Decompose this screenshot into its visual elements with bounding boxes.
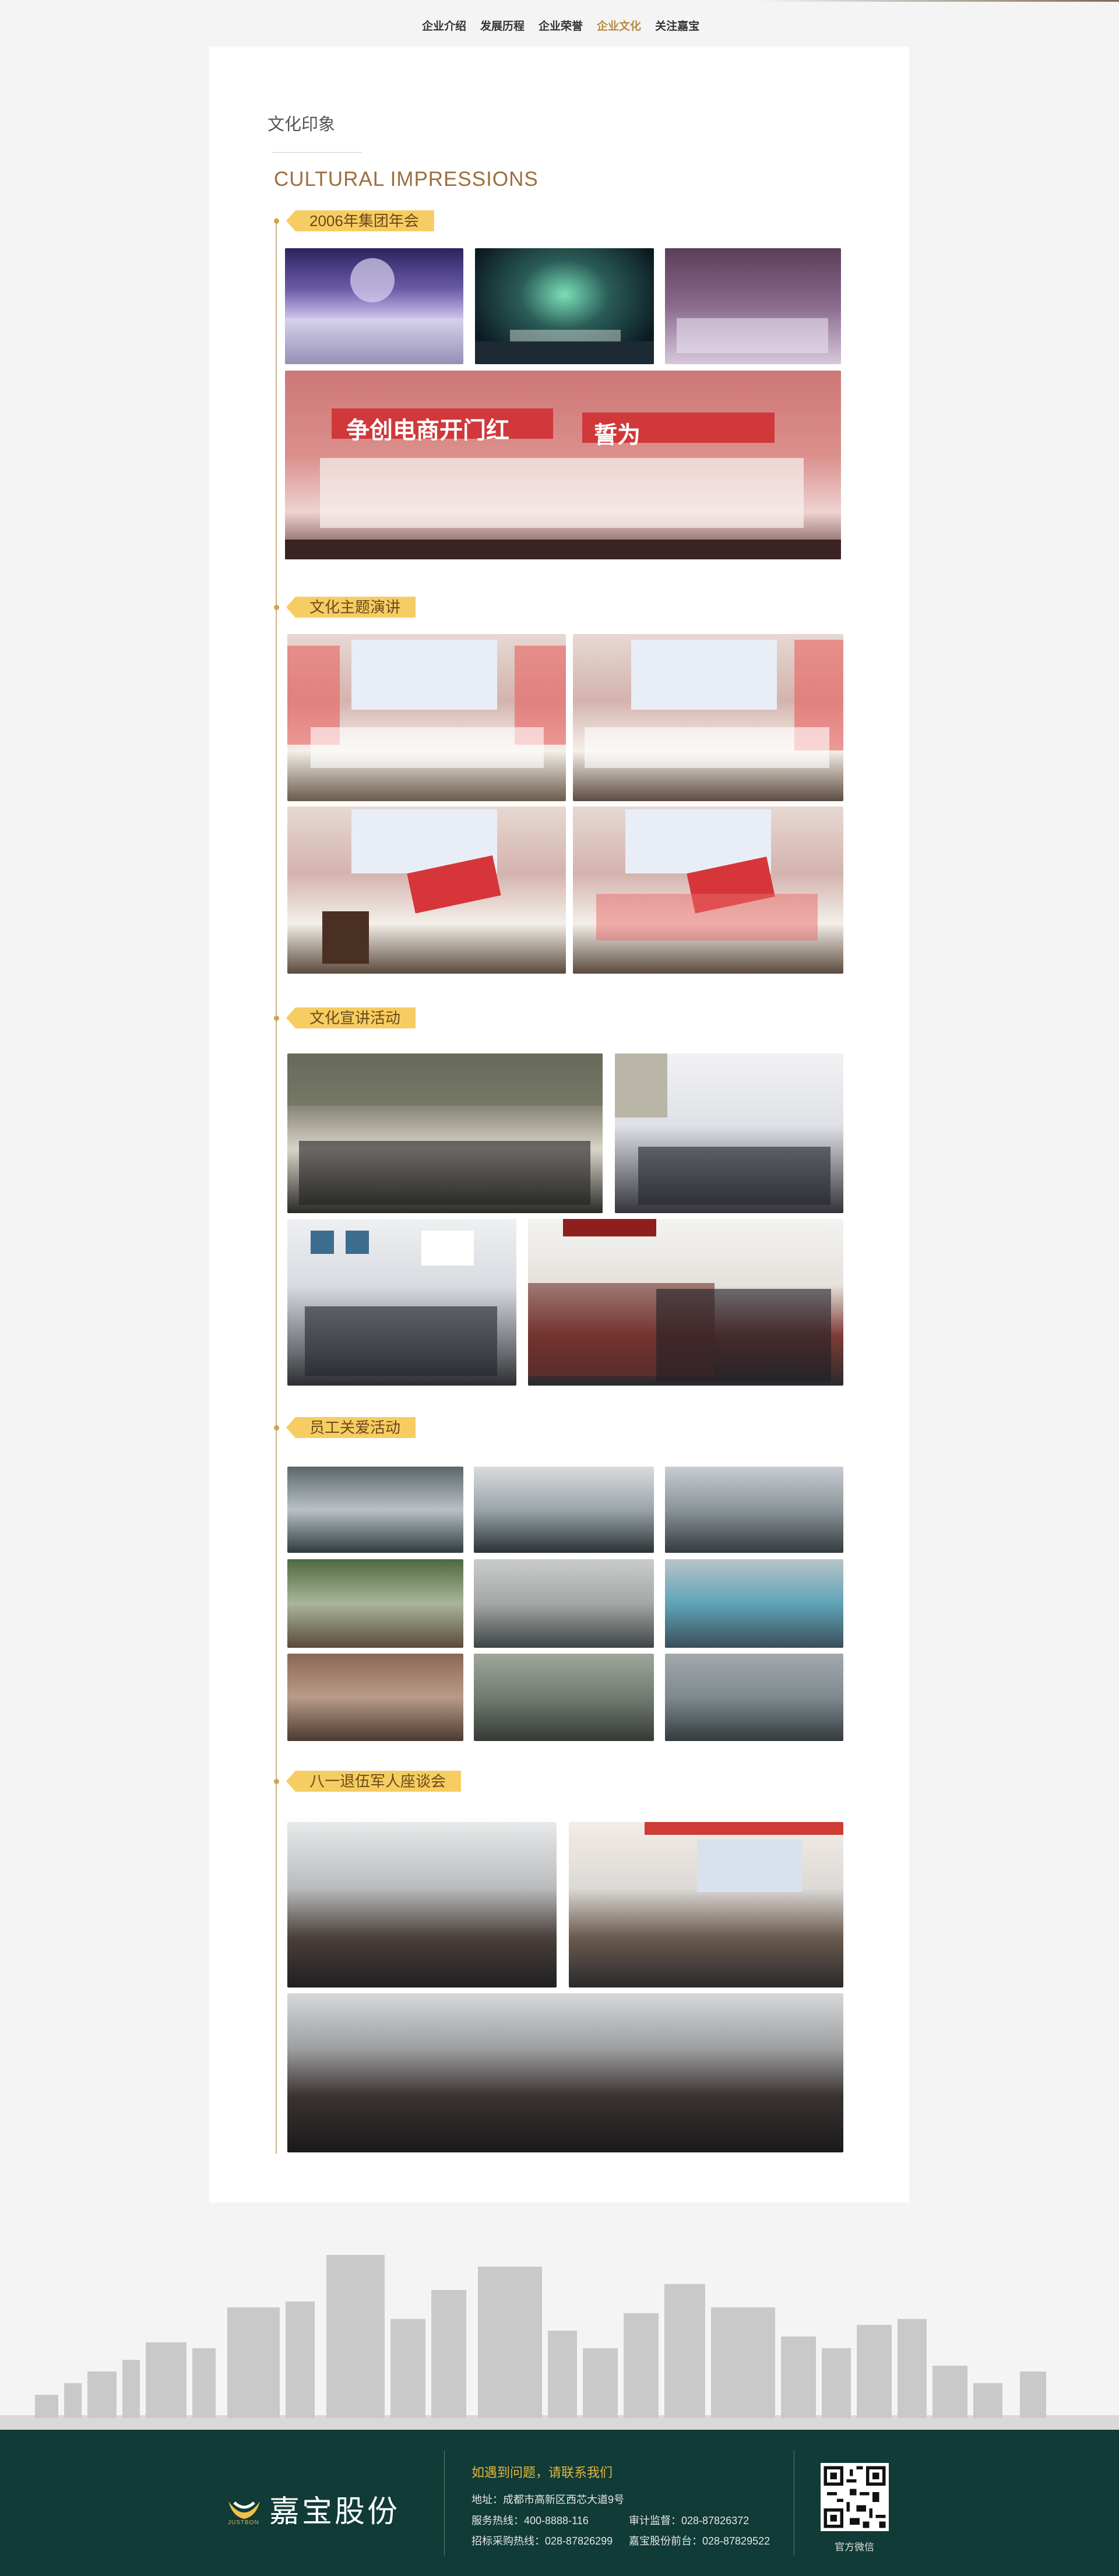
service-hotline: 服务热线：400-8888-116	[471, 2515, 589, 2526]
nav-item-culture[interactable]: 企业文化	[597, 17, 649, 33]
procurement-hotline: 招标采购热线：028-87826299	[471, 2535, 613, 2547]
photo-annual-meeting-1	[285, 248, 463, 364]
photo-veterans-1	[287, 1822, 557, 1987]
contact-title: 如遇到问题，请联系我们	[471, 2465, 613, 2480]
stage-banner-left: 争创电商开门红	[346, 417, 509, 444]
photo-promotion-3	[287, 1219, 516, 1386]
photo-care-9	[665, 1654, 843, 1741]
footer-divider-left	[444, 2451, 445, 2556]
photo-annual-meeting-2	[475, 248, 654, 364]
stage-banner-right: 誓为	[594, 422, 641, 449]
photo-theme-speech-1	[287, 634, 566, 801]
main-nav: 企业介绍 发展历程 企业荣誉 企业文化 关注嘉宝	[422, 17, 713, 33]
photo-promotion-1	[287, 1053, 603, 1213]
section-title: 文化主题演讲	[286, 597, 416, 618]
timeline-line	[276, 218, 277, 2154]
photo-care-6	[665, 1559, 843, 1648]
skyline-decoration	[0, 2255, 1119, 2430]
timeline-dot	[274, 219, 279, 224]
photo-promotion-2	[615, 1053, 843, 1213]
audit-hotline: 审计监督：028-87826372	[629, 2515, 749, 2526]
nav-item-company-intro[interactable]: 企业介绍	[422, 17, 474, 33]
photo-care-2	[474, 1467, 654, 1553]
wechat-qr-code	[821, 2463, 889, 2531]
photo-theme-speech-4	[573, 806, 843, 974]
timeline-dot	[274, 1425, 279, 1430]
timeline-dot	[274, 605, 279, 610]
section-title: 员工关爱活动	[286, 1417, 416, 1438]
page-subtitle-en: CULTURAL IMPRESSIONS	[274, 168, 539, 191]
photo-care-4	[287, 1559, 463, 1648]
photo-care-7	[287, 1654, 463, 1741]
brand-name: 嘉宝股份	[269, 2494, 400, 2529]
photo-theme-speech-2	[573, 634, 843, 801]
nav-item-follow[interactable]: 关注嘉宝	[655, 17, 708, 33]
photo-annual-meeting-3	[665, 248, 841, 364]
section-title: 2006年集团年会	[286, 210, 434, 231]
nav-item-honors[interactable]: 企业荣誉	[539, 17, 591, 33]
page-title: 文化印象	[268, 115, 336, 134]
top-accent-line	[758, 0, 1119, 2]
top-bar: 企业介绍 发展历程 企业荣誉 企业文化 关注嘉宝	[0, 0, 1119, 47]
photo-care-5	[474, 1559, 654, 1648]
photo-veterans-3	[287, 1993, 843, 2152]
timeline-dot	[274, 1016, 279, 1021]
footer-logo[interactable]: JUSTBON 嘉宝股份	[224, 2487, 400, 2531]
frontdesk-phone: 嘉宝股份前台：028-87829522	[629, 2535, 770, 2547]
photo-care-1	[287, 1467, 463, 1553]
photo-veterans-2	[569, 1822, 843, 1987]
photo-theme-speech-3	[287, 806, 566, 974]
nav-item-history[interactable]: 发展历程	[480, 17, 533, 33]
section-title: 文化宣讲活动	[286, 1007, 416, 1028]
title-divider	[272, 152, 362, 153]
photo-care-8	[474, 1654, 654, 1741]
photo-annual-meeting-stage: 争创电商开门红 誓为	[285, 371, 841, 559]
brand-name-en: JUSTBON	[228, 2519, 259, 2526]
photo-care-3	[665, 1467, 843, 1553]
address-text: 地址：成都市高新区西芯大道9号	[471, 2494, 625, 2505]
section-title: 八一退伍军人座谈会	[286, 1771, 462, 1792]
qr-label: 官方微信	[835, 2542, 874, 2553]
timeline-dot	[274, 1779, 279, 1784]
photo-promotion-4	[528, 1219, 843, 1386]
